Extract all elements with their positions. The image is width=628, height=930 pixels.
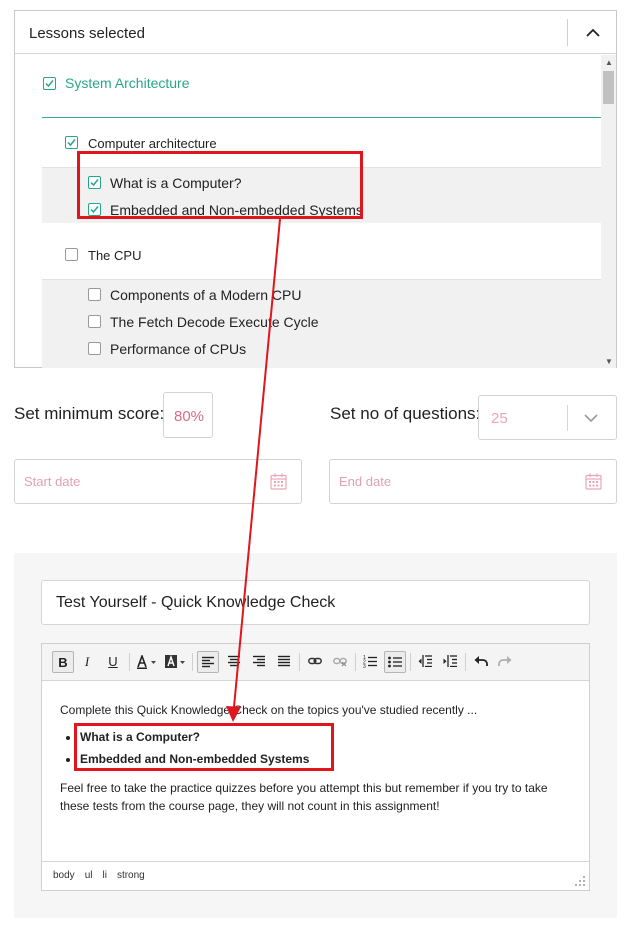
annotation-arrow <box>226 218 281 722</box>
